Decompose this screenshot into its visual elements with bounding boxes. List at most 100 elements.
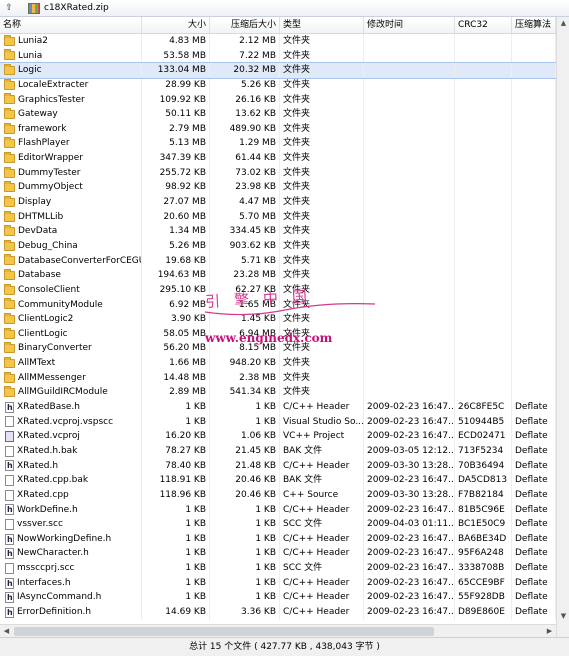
list-item[interactable]: ErrorDefinition.h 14.69 KB3.36 KBC/C++ He…: [0, 604, 556, 620]
cell-size: 78.27 KB: [142, 443, 210, 459]
cell-packed: 4.47 MB: [210, 195, 280, 210]
list-item[interactable]: AllMGuildIRCModule 2.89 MB 541.34 KB 文件夹: [0, 385, 556, 401]
file-name-cell: FlashPlayer: [0, 136, 142, 152]
folder-icon: [4, 269, 15, 281]
list-item[interactable]: XRated.cpp 118.96 KB 20.46 KB C++ Source 200…: [0, 487, 556, 503]
file-name-cell: XRated.h: [0, 458, 142, 474]
folder-icon: [4, 78, 15, 90]
column-header-6[interactable]: 压缩算法: [512, 17, 556, 33]
list-item[interactable]: DHTMLLib 20.60 MB 5.70 MB 文件夹: [0, 209, 556, 225]
column-header-0[interactable]: 名称: [0, 17, 142, 33]
list-item[interactable]: XRated.cpp.bak 118.91 KB 20.46 KB BAK 文件 200…: [0, 473, 556, 488]
cell-crc: [455, 224, 512, 239]
vertical-scrollbar[interactable]: ▲ ▼: [556, 17, 569, 637]
cell-packed: 5.26 KB: [210, 77, 280, 93]
list-item[interactable]: XRated.h.bak 78.27 KB 21.45 KB BAK 文件 2009-0…: [0, 443, 556, 459]
list-item[interactable]: vssver.scc 1 KB 1 KB SCC 文件 2009-04-03 01:11…: [0, 517, 556, 532]
list-item[interactable]: NowWorkingDefine.h1 KB1 KBC/C++ Header20…: [0, 531, 556, 547]
scroll-down-icon[interactable]: ▼: [557, 610, 569, 623]
list-item[interactable]: Display 27.07 MB 4.47 MB 文件夹: [0, 195, 556, 210]
file-name-cell: CommunityModule: [0, 297, 142, 313]
cell-size: 50.11 KB: [142, 107, 210, 122]
cell-mtime: [364, 136, 455, 152]
file-icon: [5, 518, 14, 530]
cell-size: 1.66 MB: [142, 356, 210, 371]
cell-mtime: 2009-02-23 16:47...: [364, 414, 455, 430]
cell-size: 1 KB: [142, 531, 210, 547]
cell-method: [512, 180, 556, 196]
list-item[interactable]: AllMMessenger 14.48 MB 2.38 MB 文件夹: [0, 370, 556, 386]
list-item[interactable]: framework 2.79 MB 489.90 KB 文件夹: [0, 121, 556, 137]
cell-packed: 20.46 KB: [210, 473, 280, 488]
list-item[interactable]: Logic 133.04 MB 20.32 MB 文件夹: [0, 62, 557, 79]
list-item[interactable]: Interfaces.h1 KB1 KBC/C++ Header2009-02-…: [0, 575, 556, 591]
list-item[interactable]: ClientLogic 58.05 MB 6.94 MB 文件夹: [0, 326, 556, 342]
header-file-icon: [5, 591, 14, 605]
list-item[interactable]: mssccprj.scc 1 KB 1 KB SCC 文件 2009-02-23 16:…: [0, 561, 556, 576]
list-item[interactable]: XRatedBase.h1 KB1 KBC/C++ Header2009-02-…: [0, 400, 556, 415]
list-item[interactable]: DummyObject 98.92 KB 23.98 KB 文件夹: [0, 180, 556, 196]
column-header-3[interactable]: 类型: [280, 17, 364, 33]
cell-mtime: [364, 48, 455, 64]
cell-type: C/C++ Header: [280, 502, 364, 518]
cell-size: 4.83 MB: [142, 34, 210, 49]
folder-icon: [4, 166, 15, 178]
header-file-icon: [5, 503, 14, 517]
column-header-2[interactable]: 压缩后大小: [210, 17, 280, 33]
list-item[interactable]: XRated.vcproj 16.20 KB 1.06 KB VC++ Project…: [0, 429, 556, 444]
cell-size: 78.40 KB: [142, 458, 210, 474]
horizontal-scrollbar[interactable]: ◀ ▶: [0, 624, 556, 638]
scroll-up-icon[interactable]: ▲: [557, 17, 569, 30]
list-item[interactable]: ClientLogic2 3.90 KB 1.45 KB 文件夹: [0, 312, 556, 327]
cell-type: C/C++ Header: [280, 400, 364, 415]
list-item[interactable]: Lunia2 4.83 MB 2.12 MB 文件夹: [0, 34, 556, 49]
status-bar: 总计 15 个文件 ( 427.77 KB , 438,043 字节 ): [0, 637, 569, 656]
cell-size: 133.04 MB: [142, 63, 210, 78]
cell-packed: 61.44 KB: [210, 151, 280, 166]
list-item[interactable]: Lunia 53.58 MB 7.22 MB 文件夹: [0, 48, 556, 64]
file-name: BinaryConverter: [18, 343, 92, 354]
cell-crc: [455, 253, 512, 269]
zip-archive-icon: [28, 2, 40, 14]
list-item[interactable]: GraphicsTester 109.92 KB 26.16 KB 文件夹: [0, 92, 556, 108]
list-item[interactable]: AllMText 1.66 MB 948.20 KB 文件夹: [0, 356, 556, 371]
horizontal-scroll-thumb[interactable]: [14, 627, 434, 636]
up-arrow-icon[interactable]: ⇧: [2, 1, 16, 15]
list-item[interactable]: NewCharacter.h1 KB1 KBC/C++ Header2009-0…: [0, 546, 556, 562]
list-item[interactable]: XRated.h 78.40 KB21.48 KBC/C++ Header2009…: [0, 458, 556, 474]
cell-crc: [455, 370, 512, 386]
column-header-1[interactable]: 大小: [142, 17, 210, 33]
column-header-5[interactable]: CRC32: [455, 17, 512, 33]
cell-size: 1 KB: [142, 502, 210, 518]
list-item[interactable]: DummyTester 255.72 KB 73.02 KB 文件夹: [0, 165, 556, 181]
cell-size: 1 KB: [142, 414, 210, 430]
cell-method: Deflate: [512, 517, 556, 532]
file-name-cell: Lunia2: [0, 34, 142, 49]
list-item[interactable]: Database 194.63 MB 23.28 MB 文件夹: [0, 268, 556, 283]
list-item[interactable]: DevData 1.34 MB 334.45 KB 文件夹: [0, 224, 556, 239]
column-header-4[interactable]: 修改时间: [364, 17, 455, 33]
list-item[interactable]: CommunityModule 6.92 MB 1.65 MB 文件夹: [0, 297, 556, 313]
cell-method: Deflate: [512, 458, 556, 474]
list-item[interactable]: Debug_China 5.26 MB 903.62 KB 文件夹: [0, 238, 556, 254]
file-name: vssver.scc: [17, 519, 63, 530]
list-item[interactable]: DatabaseConverterForCEGUI 19.68 KB 5.71 KB…: [0, 253, 556, 269]
folder-icon: [4, 386, 15, 398]
file-name-cell: WorkDefine.h: [0, 502, 142, 518]
list-item[interactable]: LocaleExtracter 28.99 KB 5.26 KB 文件夹: [0, 77, 556, 93]
list-item[interactable]: ConsoleClient 295.10 KB 62.27 KB 文件夹: [0, 282, 556, 298]
list-item[interactable]: FlashPlayer 5.13 MB 1.29 MB 文件夹: [0, 136, 556, 152]
list-item[interactable]: BinaryConverter 56.20 MB 8.15 MB 文件夹: [0, 341, 556, 357]
cell-packed: 26.16 KB: [210, 92, 280, 108]
list-item[interactable]: EditorWrapper 347.39 KB 61.44 KB 文件夹: [0, 151, 556, 166]
list-item[interactable]: IAsyncCommand.h1 KB1 KBC/C++ Header2009-…: [0, 590, 556, 605]
list-item[interactable]: XRated.vcproj.vspscc 1 KB 1 KB Visual Studi…: [0, 414, 556, 430]
cell-size: 295.10 KB: [142, 282, 210, 298]
list-item[interactable]: Gateway 50.11 KB 13.62 KB 文件夹: [0, 107, 556, 122]
cell-size: 118.91 KB: [142, 473, 210, 488]
cell-type: 文件夹: [280, 136, 364, 152]
cell-type: 文件夹: [280, 165, 364, 181]
list-item[interactable]: WorkDefine.h1 KB1 KBC/C++ Header2009-02-…: [0, 502, 556, 518]
cell-crc: [455, 92, 512, 108]
folder-icon: [4, 327, 15, 339]
